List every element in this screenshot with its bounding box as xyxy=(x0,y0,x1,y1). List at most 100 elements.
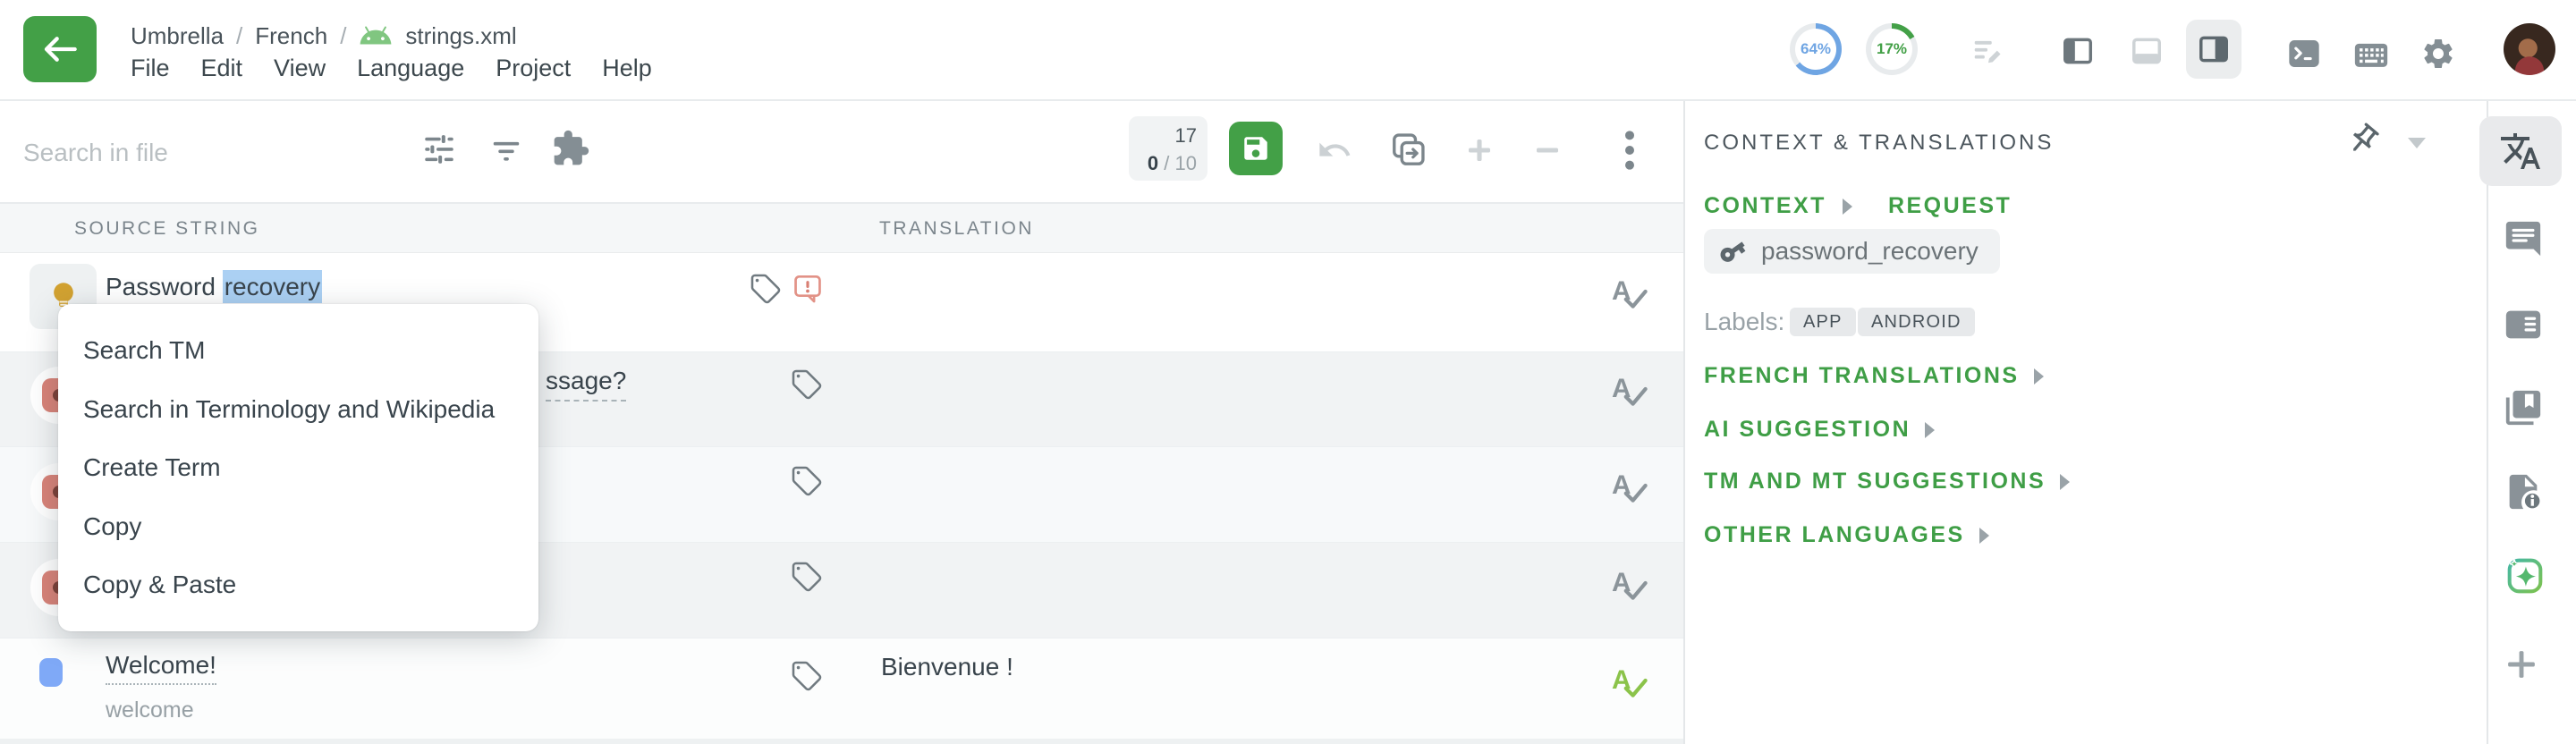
menu-view[interactable]: View xyxy=(274,55,326,82)
copy-source-icon[interactable] xyxy=(1388,131,1428,170)
layout-right-panel-button[interactable] xyxy=(2186,20,2241,79)
tag-icon[interactable] xyxy=(750,273,782,305)
layout-bottom-panel-icon[interactable] xyxy=(2130,34,2164,68)
sidebar-tab-comments[interactable] xyxy=(2503,218,2544,264)
menu-bar: File Edit View Language Project Help xyxy=(131,55,652,82)
menu-item-search-tm[interactable]: Search TM xyxy=(58,326,538,376)
comment-issue-icon[interactable] xyxy=(791,271,825,305)
decrease-icon[interactable] xyxy=(1531,134,1563,166)
menu-item-copy[interactable]: Copy xyxy=(58,502,538,552)
translation-progress-ring[interactable]: 64% xyxy=(1790,23,1842,75)
label-chip-app: APP xyxy=(1790,308,1856,336)
menu-item-copy-paste[interactable]: Copy & Paste xyxy=(58,560,538,610)
done-count: 0 xyxy=(1148,152,1158,174)
settings-gear-icon[interactable] xyxy=(2420,36,2456,72)
floppy-save-icon xyxy=(1241,133,1271,164)
approve-icon[interactable]: A xyxy=(1610,370,1651,408)
layout-left-panel-icon[interactable] xyxy=(2061,34,2095,68)
more-options-icon[interactable] xyxy=(1610,128,1649,173)
section-label: TM AND MT SUGGESTIONS xyxy=(1704,469,2046,495)
section-other-languages[interactable]: OTHER LANGUAGES xyxy=(1704,522,1989,548)
approval-progress-value: 17% xyxy=(1877,40,1907,58)
string-counter: 17 0 / 10 xyxy=(1129,116,1208,181)
translation-text[interactable]: Bienvenue ! xyxy=(881,653,1013,681)
sidebar-tab-file-info[interactable] xyxy=(2503,471,2544,517)
approve-icon[interactable]: A xyxy=(1610,564,1651,602)
breadcrumb-file[interactable]: strings.xml xyxy=(405,22,516,50)
chevron-right-icon[interactable] xyxy=(1843,199,1852,215)
sidebar-tab-context-card[interactable] xyxy=(2503,304,2544,350)
context-links: CONTEXT REQUEST xyxy=(1704,193,2012,219)
approve-icon[interactable]: A xyxy=(1610,273,1651,310)
draft-notes-icon[interactable] xyxy=(1970,34,2004,68)
arrow-left-icon xyxy=(42,34,78,64)
breadcrumb-project[interactable]: Umbrella xyxy=(131,22,224,50)
context-link[interactable]: CONTEXT xyxy=(1704,193,1826,219)
back-button[interactable] xyxy=(23,16,97,82)
section-label: FRENCH TRANSLATIONS xyxy=(1704,363,2020,389)
next-row-edge xyxy=(0,739,1683,744)
filtered-count: 17 xyxy=(1175,124,1197,147)
menu-project[interactable]: Project xyxy=(496,55,571,82)
layout-right-panel-icon xyxy=(2197,32,2231,66)
console-icon[interactable] xyxy=(2286,36,2322,72)
selected-word: recovery xyxy=(223,270,322,303)
section-ai-suggestion[interactable]: AI SUGGESTION xyxy=(1704,417,1935,443)
source-text: Password xyxy=(106,273,223,300)
source-string[interactable]: Welcome! xyxy=(106,651,216,685)
tag-icon[interactable] xyxy=(791,660,823,692)
panel-dropdown-icon[interactable] xyxy=(2408,138,2426,148)
source-column-header: SOURCE STRING xyxy=(74,218,260,240)
approved-icon[interactable]: A xyxy=(1610,662,1651,699)
source-string[interactable]: Password recovery xyxy=(106,273,322,301)
section-label: AI SUGGESTION xyxy=(1704,417,1911,443)
string-key-value: password_recovery xyxy=(1761,237,1979,266)
key-icon xyxy=(1718,237,1747,266)
breadcrumb-separator: / xyxy=(236,22,242,50)
filter-settings-icon[interactable] xyxy=(420,131,458,168)
keyboard-shortcuts-icon[interactable] xyxy=(2352,38,2390,72)
tag-icon[interactable] xyxy=(791,465,823,497)
editor-window: Umbrella / French / strings.xml File Edi… xyxy=(0,0,2576,744)
tag-icon[interactable] xyxy=(791,368,823,401)
plugins-puzzle-icon[interactable] xyxy=(551,129,590,168)
pin-icon[interactable] xyxy=(2345,122,2381,157)
menu-file[interactable]: File xyxy=(131,55,170,82)
menu-item-search-terminology[interactable]: Search in Terminology and Wikipedia xyxy=(58,385,538,435)
increase-icon[interactable] xyxy=(1463,134,1496,166)
approval-progress-ring[interactable]: 17% xyxy=(1866,23,1918,75)
sidebar-tab-glossary[interactable] xyxy=(2503,387,2544,433)
menu-item-create-term[interactable]: Create Term xyxy=(58,443,538,493)
table-row[interactable]: Welcome! welcome Bienvenue ! A xyxy=(0,638,1683,744)
sidebar-tab-ai-assistant[interactable] xyxy=(2503,554,2547,603)
tag-icon[interactable] xyxy=(791,561,823,593)
undo-icon[interactable] xyxy=(1317,132,1352,168)
translate-icon xyxy=(2499,130,2542,173)
search-input[interactable] xyxy=(23,126,399,180)
section-french-translations[interactable]: FRENCH TRANSLATIONS xyxy=(1704,363,2044,389)
section-label: OTHER LANGUAGES xyxy=(1704,522,1965,548)
labels-caption: Labels: xyxy=(1704,308,1784,336)
section-tm-mt-suggestions[interactable]: TM AND MT SUGGESTIONS xyxy=(1704,469,2070,495)
translation-progress-value: 64% xyxy=(1801,40,1831,58)
user-avatar[interactable] xyxy=(2504,23,2555,75)
string-key-chip[interactable]: password_recovery xyxy=(1704,229,2000,274)
breadcrumb-language[interactable]: French xyxy=(255,22,327,50)
chevron-right-icon xyxy=(1979,528,1989,544)
string-key: welcome xyxy=(106,698,194,723)
filter-strings-icon[interactable] xyxy=(489,135,523,169)
source-string[interactable]: ssage? xyxy=(546,367,626,402)
menu-edit[interactable]: Edit xyxy=(201,55,243,82)
top-bar: Umbrella / French / strings.xml File Edi… xyxy=(0,0,2576,101)
context-menu: Search TM Search in Terminology and Wiki… xyxy=(58,304,538,631)
menu-help[interactable]: Help xyxy=(602,55,652,82)
chevron-right-icon xyxy=(2060,474,2070,490)
request-link[interactable]: REQUEST xyxy=(1888,193,2012,219)
chevron-right-icon xyxy=(1925,422,1935,438)
save-button[interactable] xyxy=(1229,122,1283,175)
menu-language[interactable]: Language xyxy=(357,55,464,82)
approve-icon[interactable]: A xyxy=(1610,467,1651,504)
sidebar-tab-translations[interactable] xyxy=(2479,116,2562,186)
translation-column-header: TRANSLATION xyxy=(879,218,1034,240)
sidebar-add-panel-icon[interactable] xyxy=(2503,646,2540,688)
